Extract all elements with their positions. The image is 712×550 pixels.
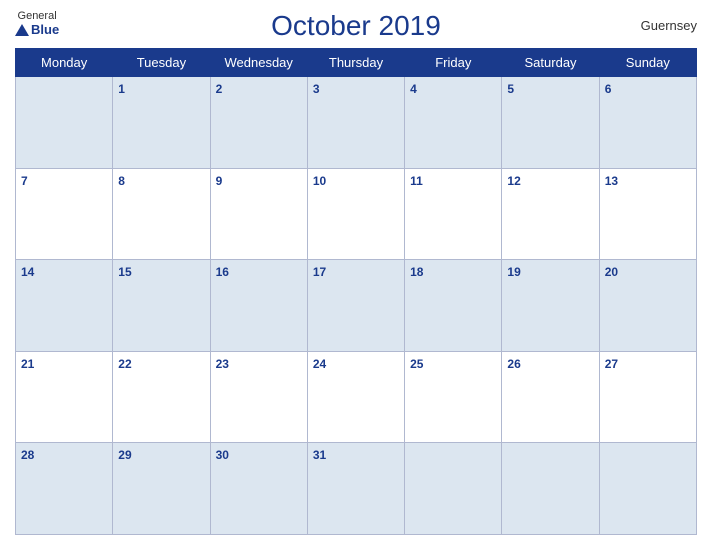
calendar-cell: 9 <box>210 168 307 260</box>
calendar-cell <box>502 443 599 535</box>
calendar-body: 1234567891011121314151617181920212223242… <box>16 77 697 535</box>
day-number: 8 <box>118 174 125 188</box>
day-number: 3 <box>313 82 320 96</box>
day-number: 31 <box>313 448 326 462</box>
day-number: 14 <box>21 265 34 279</box>
calendar-cell: 11 <box>405 168 502 260</box>
day-number: 26 <box>507 357 520 371</box>
month-title: October 2019 <box>271 10 441 42</box>
calendar-cell: 24 <box>307 351 404 443</box>
calendar-cell: 20 <box>599 260 696 352</box>
day-number: 19 <box>507 265 520 279</box>
calendar-cell: 31 <box>307 443 404 535</box>
calendar-cell: 5 <box>502 77 599 169</box>
logo-blue-text: Blue <box>15 22 59 37</box>
weekday-wednesday: Wednesday <box>210 49 307 77</box>
day-number: 25 <box>410 357 423 371</box>
calendar-cell: 23 <box>210 351 307 443</box>
calendar-cell: 26 <box>502 351 599 443</box>
day-number: 11 <box>410 174 423 188</box>
calendar-cell: 25 <box>405 351 502 443</box>
calendar-cell: 28 <box>16 443 113 535</box>
day-number: 30 <box>216 448 229 462</box>
day-number: 2 <box>216 82 223 96</box>
day-number: 12 <box>507 174 520 188</box>
weekday-friday: Friday <box>405 49 502 77</box>
calendar-cell: 1 <box>113 77 210 169</box>
day-number: 4 <box>410 82 417 96</box>
calendar-cell: 10 <box>307 168 404 260</box>
day-number: 9 <box>216 174 223 188</box>
week-row-1: 1 2 3 4 5 6 <box>16 77 697 169</box>
calendar-cell: 18 <box>405 260 502 352</box>
country-label: Guernsey <box>641 18 697 33</box>
calendar-cell: 29 <box>113 443 210 535</box>
logo-general-text: General <box>18 10 57 22</box>
day-number: 13 <box>605 174 618 188</box>
title-area: October 2019 <box>271 10 441 42</box>
week-row-2: 7 8 9 10 11 12 13 <box>16 168 697 260</box>
weekday-tuesday: Tuesday <box>113 49 210 77</box>
calendar-cell <box>405 443 502 535</box>
calendar-cell <box>16 77 113 169</box>
day-number: 17 <box>313 265 326 279</box>
weekday-saturday: Saturday <box>502 49 599 77</box>
calendar-cell: 2 <box>210 77 307 169</box>
calendar-cell: 15 <box>113 260 210 352</box>
day-number: 10 <box>313 174 326 188</box>
calendar-cell: 8 <box>113 168 210 260</box>
calendar-cell: 19 <box>502 260 599 352</box>
calendar-cell: 4 <box>405 77 502 169</box>
calendar-cell: 22 <box>113 351 210 443</box>
week-row-3: 14 15 16 17 18 19 20 <box>16 260 697 352</box>
weekday-header-row: MondayTuesdayWednesdayThursdayFridaySatu… <box>16 49 697 77</box>
day-number: 15 <box>118 265 131 279</box>
day-number: 29 <box>118 448 131 462</box>
calendar-cell: 21 <box>16 351 113 443</box>
week-row-4: 21 22 23 24 25 26 27 <box>16 351 697 443</box>
calendar-cell: 12 <box>502 168 599 260</box>
day-number: 27 <box>605 357 618 371</box>
logo: General Blue <box>15 10 59 37</box>
weekday-thursday: Thursday <box>307 49 404 77</box>
day-number: 1 <box>118 82 125 96</box>
calendar-header: General Blue October 2019 Guernsey <box>15 10 697 42</box>
calendar-cell: 14 <box>16 260 113 352</box>
day-number: 22 <box>118 357 131 371</box>
weekday-sunday: Sunday <box>599 49 696 77</box>
calendar-cell: 7 <box>16 168 113 260</box>
day-number: 18 <box>410 265 423 279</box>
week-row-5: 28 29 30 31 <box>16 443 697 535</box>
day-number: 6 <box>605 82 612 96</box>
calendar-cell <box>599 443 696 535</box>
calendar-cell: 3 <box>307 77 404 169</box>
day-number: 21 <box>21 357 34 371</box>
day-number: 28 <box>21 448 34 462</box>
day-number: 20 <box>605 265 618 279</box>
day-number: 5 <box>507 82 514 96</box>
calendar-cell: 16 <box>210 260 307 352</box>
day-number: 7 <box>21 174 28 188</box>
calendar-header-row: MondayTuesdayWednesdayThursdayFridaySatu… <box>16 49 697 77</box>
calendar-cell: 17 <box>307 260 404 352</box>
day-number: 23 <box>216 357 229 371</box>
logo-triangle-icon <box>15 24 29 36</box>
day-number: 24 <box>313 357 326 371</box>
day-number: 16 <box>216 265 229 279</box>
calendar-cell: 6 <box>599 77 696 169</box>
weekday-monday: Monday <box>16 49 113 77</box>
calendar-table: MondayTuesdayWednesdayThursdayFridaySatu… <box>15 48 697 535</box>
calendar-cell: 30 <box>210 443 307 535</box>
calendar-cell: 27 <box>599 351 696 443</box>
calendar-cell: 13 <box>599 168 696 260</box>
